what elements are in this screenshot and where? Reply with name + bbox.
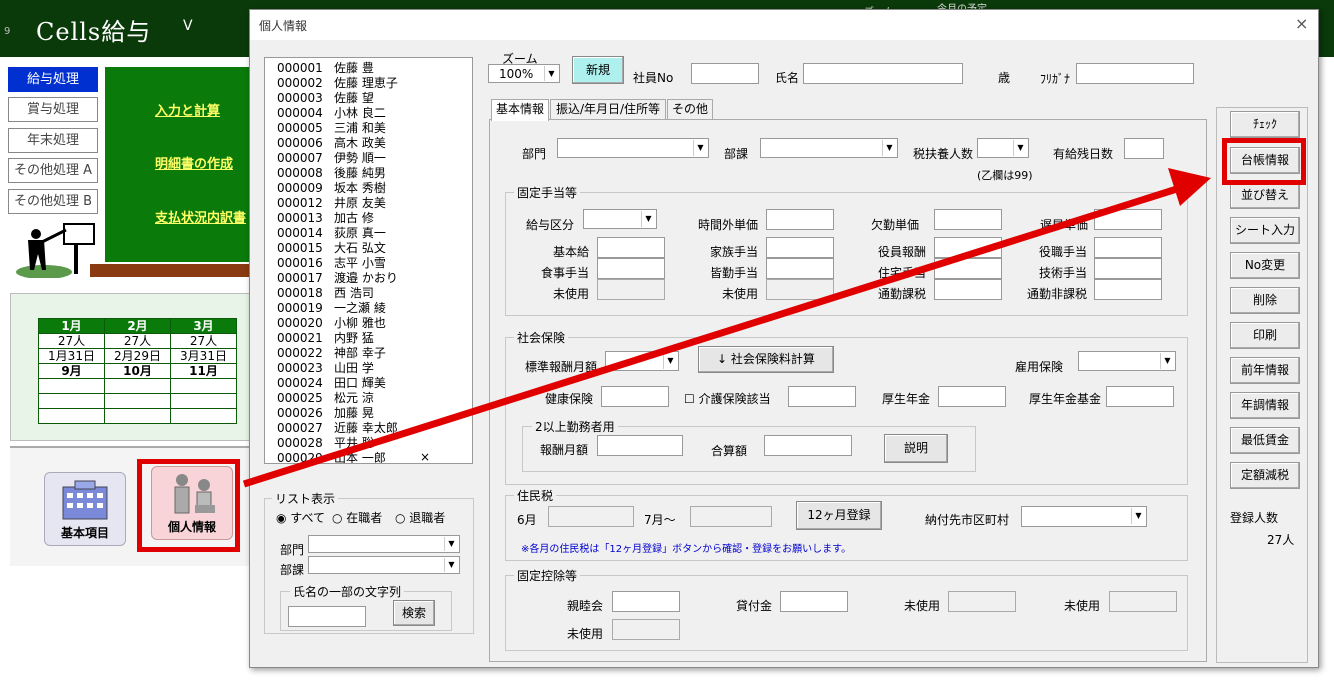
annotation-arrow — [242, 168, 1211, 488]
